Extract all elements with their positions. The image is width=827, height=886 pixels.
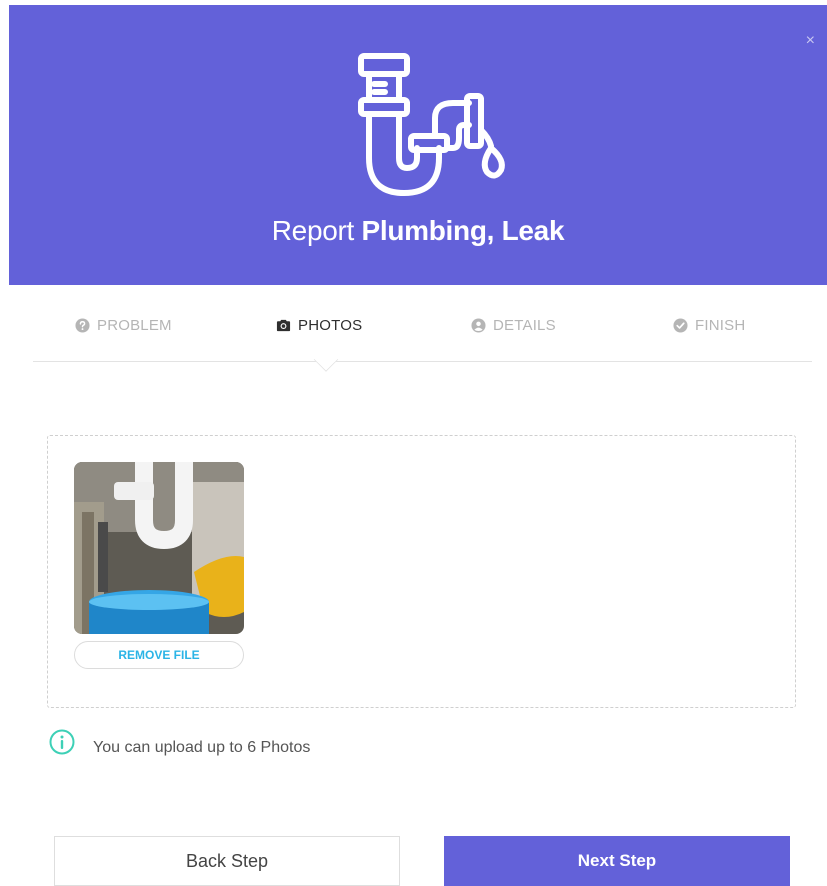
info-circle-icon — [49, 729, 75, 755]
user-circle-icon — [471, 318, 486, 333]
remove-file-button[interactable]: REMOVE FILE — [74, 641, 244, 669]
title-prefix: Report — [271, 215, 355, 246]
next-step-button[interactable]: Next Step — [444, 836, 790, 886]
report-header: × Report Plumbing, Leak — [9, 5, 827, 285]
tab-finish-label: FINISH — [695, 317, 746, 334]
tab-details[interactable]: DETAILS — [471, 317, 556, 334]
back-step-button[interactable]: Back Step — [54, 836, 400, 886]
page-title: Report Plumbing, Leak — [9, 215, 827, 247]
tab-problem-label: PROBLEM — [97, 317, 172, 334]
upload-info: You can upload up to 6 Photos — [49, 727, 310, 757]
camera-icon — [276, 319, 291, 332]
tab-photos[interactable]: PHOTOS — [276, 317, 362, 334]
tab-details-label: DETAILS — [493, 317, 556, 334]
check-circle-icon — [673, 318, 688, 333]
uploaded-photo-thumbnail — [74, 462, 244, 634]
close-button[interactable]: × — [806, 33, 815, 49]
tab-photos-label: PHOTOS — [298, 317, 363, 334]
active-tab-pointer — [313, 347, 339, 372]
pipe-leak-icon — [358, 53, 505, 196]
tab-problem[interactable]: PROBLEM — [75, 317, 172, 334]
title-category: Plumbing, Leak — [361, 215, 565, 246]
photo-dropzone[interactable]: REMOVE FILE — [47, 435, 796, 708]
question-circle-icon — [75, 318, 90, 333]
upload-limit-text: You can upload up to 6 Photos — [93, 739, 311, 756]
plumbing-photo-image — [74, 462, 244, 634]
step-tabs: PROBLEM PHOTOS DETAILS FINISH — [33, 305, 812, 372]
tab-finish[interactable]: FINISH — [673, 317, 745, 334]
